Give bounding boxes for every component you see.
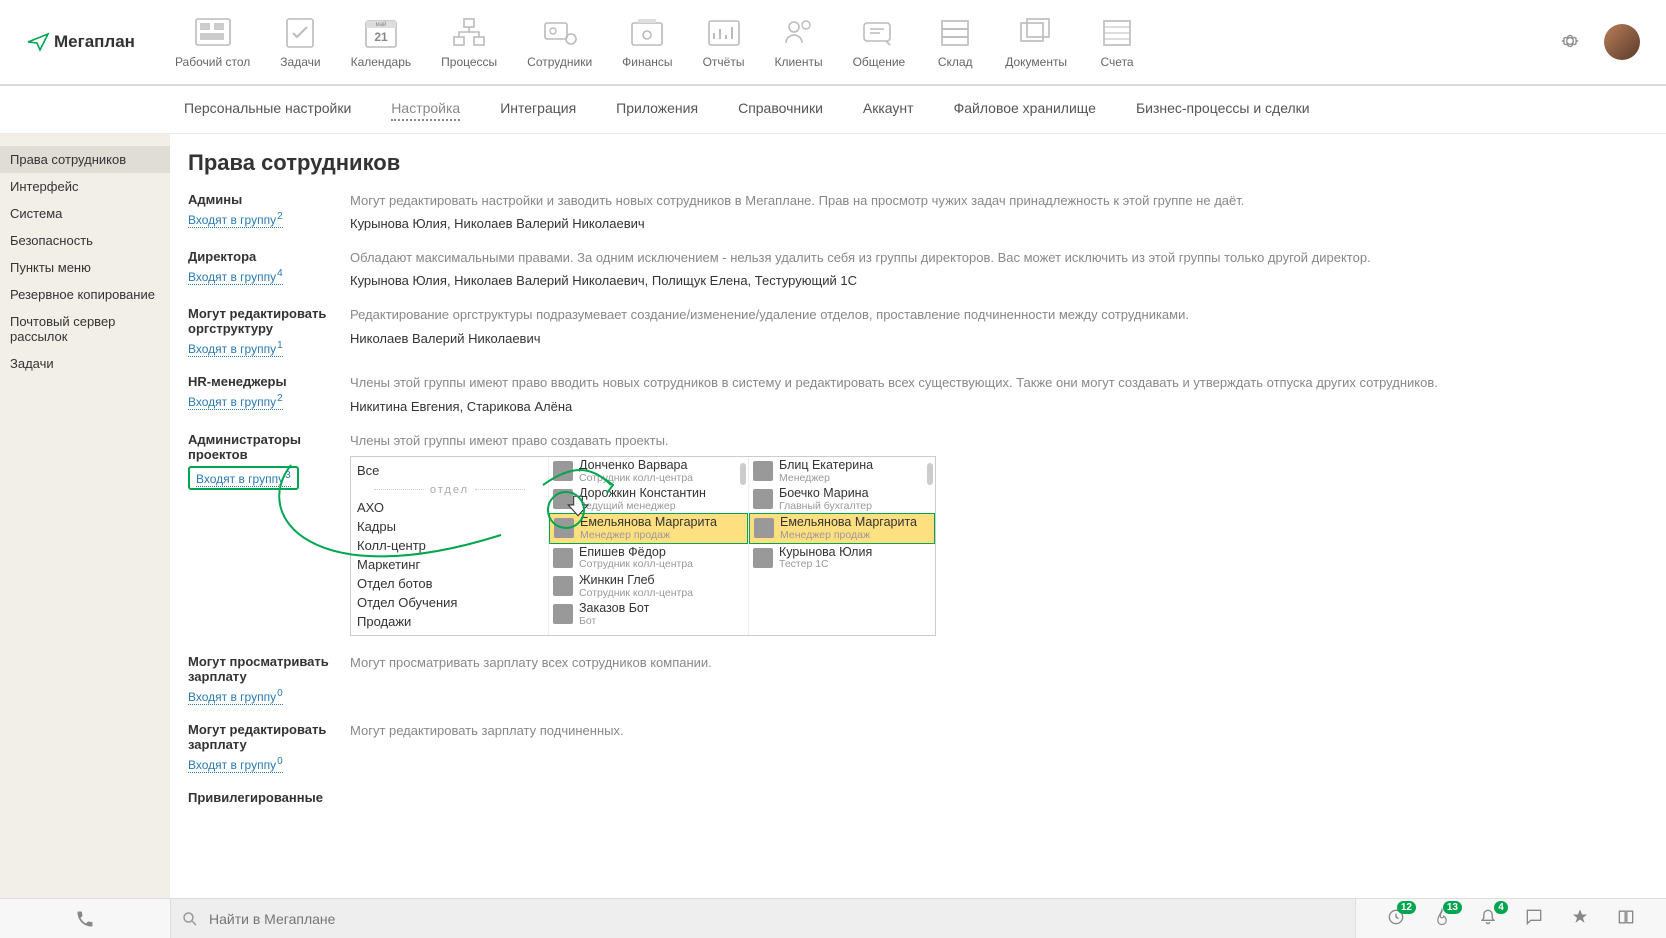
picker-dept[interactable]: АХО xyxy=(357,498,542,517)
book-icon[interactable] xyxy=(1616,907,1636,930)
nav-3[interactable]: Процессы xyxy=(441,15,497,69)
settings-subnav: Персональные настройки Настройка Интеграци… xyxy=(0,86,1666,134)
picker-all[interactable]: Все xyxy=(357,461,542,480)
picker-source-item[interactable]: Жинкин ГлебСотрудник колл-центра xyxy=(549,572,748,600)
fire-icon[interactable]: 13 xyxy=(1432,907,1452,930)
picker-source-item[interactable]: Емельянова МаргаритаМенеджер продаж xyxy=(549,513,748,543)
picker-dept[interactable]: Продажи xyxy=(357,612,542,631)
nav-9[interactable]: Склад xyxy=(935,15,975,69)
main-nav: Рабочий стол Задачи май21 Календарь Проц… xyxy=(175,15,1560,69)
picker-source-item[interactable]: Епишев ФёдорСотрудник колл-центра xyxy=(549,544,748,572)
picker-target: Блиц ЕкатеринаМенеджер Боечко МаринаГлав… xyxy=(749,457,935,635)
nav-1[interactable]: Задачи xyxy=(280,15,320,69)
settings-sidebar: Права сотрудниковИнтерфейсСистемаБезопас… xyxy=(0,134,170,902)
subnav-item-5[interactable]: Аккаунт xyxy=(863,100,914,121)
picker-dept[interactable]: Отдел ботов xyxy=(357,574,542,593)
subnav-item-7[interactable]: Бизнес-процессы и сделки xyxy=(1136,100,1310,121)
svg-text:май: май xyxy=(375,21,386,28)
subnav-item-4[interactable]: Справочники xyxy=(738,100,823,121)
employee-picker: Все отделАХОКадрыКолл-центрМаркетингОтде… xyxy=(350,456,936,636)
picker-dept[interactable]: Отдел Обучения xyxy=(357,593,542,612)
bell-icon[interactable]: 4 xyxy=(1478,907,1498,930)
group-row-6: Могут редактировать зарплату Входят в гр… xyxy=(188,722,1636,772)
global-search[interactable] xyxy=(170,899,1356,938)
picker-target-item[interactable]: Емельянова МаргаритаМенеджер продаж xyxy=(749,513,935,543)
search-input[interactable] xyxy=(209,911,1355,927)
group-row-5: Могут просматривать зарплату Входят в гр… xyxy=(188,654,1636,704)
picker-dept[interactable]: Колл-центр xyxy=(357,536,542,555)
scrollbar-thumb[interactable] xyxy=(740,463,746,485)
scrollbar-thumb[interactable] xyxy=(927,463,933,485)
group-row-0: Админы Входят в группу2 Могут редактиров… xyxy=(188,192,1636,231)
group-row-1: Директора Входят в группу4 Обладают макс… xyxy=(188,249,1636,288)
group-link[interactable]: Входят в группу0 xyxy=(188,758,283,773)
sidebar-item-1[interactable]: Интерфейс xyxy=(0,173,170,200)
nav-10[interactable]: Документы xyxy=(1005,15,1067,69)
sidebar-item-6[interactable]: Почтовый сервер рассылок xyxy=(0,308,170,350)
sidebar-item-3[interactable]: Безопасность xyxy=(0,227,170,254)
group-row-3: HR-менеджеры Входят в группу2 Члены этой… xyxy=(188,374,1636,413)
logo-icon xyxy=(26,30,50,54)
nav-11[interactable]: Счета xyxy=(1097,15,1137,69)
nav-2[interactable]: май21 Календарь xyxy=(351,15,412,69)
group-link[interactable]: Входят в группу3 xyxy=(196,472,291,487)
nav-0[interactable]: Рабочий стол xyxy=(175,15,250,69)
nav-8[interactable]: Общение xyxy=(853,15,906,69)
settings-icon[interactable] xyxy=(1560,31,1580,54)
group-row-4: Администраторы проектов Входят в группу3… xyxy=(188,432,1636,636)
picker-source-item[interactable]: Дорожкин КонстантинВедущий менеджер xyxy=(549,485,748,513)
group-link[interactable]: Входят в группу4 xyxy=(188,270,283,285)
picker-target-item[interactable]: Боечко МаринаГлавный бухгалтер xyxy=(749,485,935,513)
group-row-2: Могут редактировать оргструктуру Входят … xyxy=(188,306,1636,356)
star-icon[interactable] xyxy=(1570,907,1590,930)
page-title: Права сотрудников xyxy=(188,150,1636,176)
subnav-item-6[interactable]: Файловое хранилище xyxy=(954,100,1096,121)
picker-source-item[interactable]: Донченко ВарвараСотрудник колл-центра xyxy=(549,457,748,485)
footer-icons: 12 13 4 xyxy=(1356,907,1666,930)
nav-5[interactable]: Финансы xyxy=(622,15,672,69)
subnav-item-0[interactable]: Персональные настройки xyxy=(184,100,351,121)
user-avatar[interactable] xyxy=(1604,24,1640,60)
sidebar-item-0[interactable]: Права сотрудников xyxy=(0,146,170,173)
picker-departments: Все отделАХОКадрыКолл-центрМаркетингОтде… xyxy=(351,457,549,635)
sidebar-item-7[interactable]: Задачи xyxy=(0,350,170,377)
nav-4[interactable]: Сотрудники xyxy=(527,15,592,69)
picker-dept[interactable]: Маркетинг xyxy=(357,555,542,574)
picker-target-item[interactable]: Курынова ЮлияТестер 1С xyxy=(749,544,935,572)
subnav-item-1[interactable]: Настройка xyxy=(391,100,460,121)
group-link[interactable]: Входят в группу2 xyxy=(188,213,283,228)
sidebar-item-2[interactable]: Система xyxy=(0,200,170,227)
subnav-item-2[interactable]: Интеграция xyxy=(500,100,576,121)
search-icon xyxy=(181,910,199,928)
group-link[interactable]: Входят в группу0 xyxy=(188,690,283,705)
topbar-right xyxy=(1560,24,1640,60)
group-link[interactable]: Входят в группу1 xyxy=(188,342,283,357)
nav-6[interactable]: Отчёты xyxy=(703,15,745,69)
svg-text:21: 21 xyxy=(374,30,388,44)
picker-source: Донченко ВарвараСотрудник колл-центра До… xyxy=(549,457,749,635)
subnav-item-3[interactable]: Приложения xyxy=(616,100,698,121)
nav-7[interactable]: Клиенты xyxy=(774,15,822,69)
sidebar-item-4[interactable]: Пункты меню xyxy=(0,254,170,281)
picker-source-item[interactable]: Заказов БотБот xyxy=(549,600,748,628)
sidebar-item-5[interactable]: Резервное копирование xyxy=(0,281,170,308)
picker-target-item[interactable]: Блиц ЕкатеринаМенеджер xyxy=(749,457,935,485)
picker-dept[interactable]: Кадры xyxy=(357,517,542,536)
footer: 12 13 4 xyxy=(0,898,1666,938)
logo-text: Мегаплан xyxy=(54,32,135,52)
group-row-7: Привилегированные xyxy=(188,790,1636,809)
topbar: Мегаплан Рабочий стол Задачи май21 Кален… xyxy=(0,0,1666,86)
history-icon[interactable]: 12 xyxy=(1386,907,1406,930)
phone-icon[interactable] xyxy=(0,909,170,929)
chat-icon[interactable] xyxy=(1524,907,1544,930)
logo[interactable]: Мегаплан xyxy=(26,30,135,54)
content: Права сотрудников Админы Входят в группу… xyxy=(170,134,1666,902)
group-link[interactable]: Входят в группу2 xyxy=(188,395,283,410)
